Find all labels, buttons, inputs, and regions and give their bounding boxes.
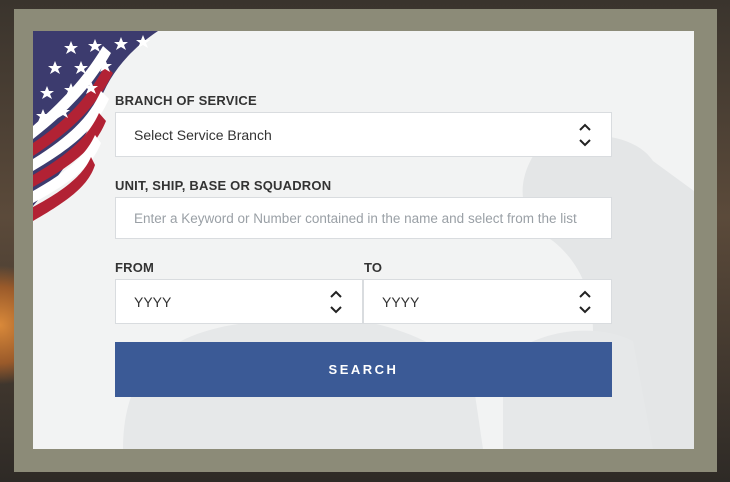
up-down-chevron-icon bbox=[579, 123, 591, 146]
from-year-value: YYYY bbox=[134, 293, 172, 310]
from-label: FROM bbox=[115, 260, 155, 275]
branch-select-value: Select Service Branch bbox=[134, 126, 272, 143]
branch-select[interactable]: Select Service Branch bbox=[115, 112, 612, 157]
search-button[interactable]: SEARCH bbox=[115, 342, 612, 397]
search-panel: BRANCH OF SERVICE Select Service Branch … bbox=[33, 31, 694, 449]
unit-search-placeholder: Enter a Keyword or Number contained in t… bbox=[134, 210, 577, 226]
unit-search-input[interactable]: Enter a Keyword or Number contained in t… bbox=[115, 197, 612, 239]
up-down-chevron-icon bbox=[330, 290, 342, 313]
to-year-value: YYYY bbox=[382, 293, 420, 310]
from-year-select[interactable]: YYYY bbox=[115, 279, 363, 324]
to-year-select[interactable]: YYYY bbox=[363, 279, 612, 324]
up-down-chevron-icon bbox=[579, 290, 591, 313]
search-frame: BRANCH OF SERVICE Select Service Branch … bbox=[14, 9, 717, 472]
to-label: TO bbox=[364, 260, 383, 275]
unit-label: UNIT, SHIP, BASE OR SQUADRON bbox=[115, 178, 332, 193]
branch-label: BRANCH OF SERVICE bbox=[115, 93, 257, 108]
